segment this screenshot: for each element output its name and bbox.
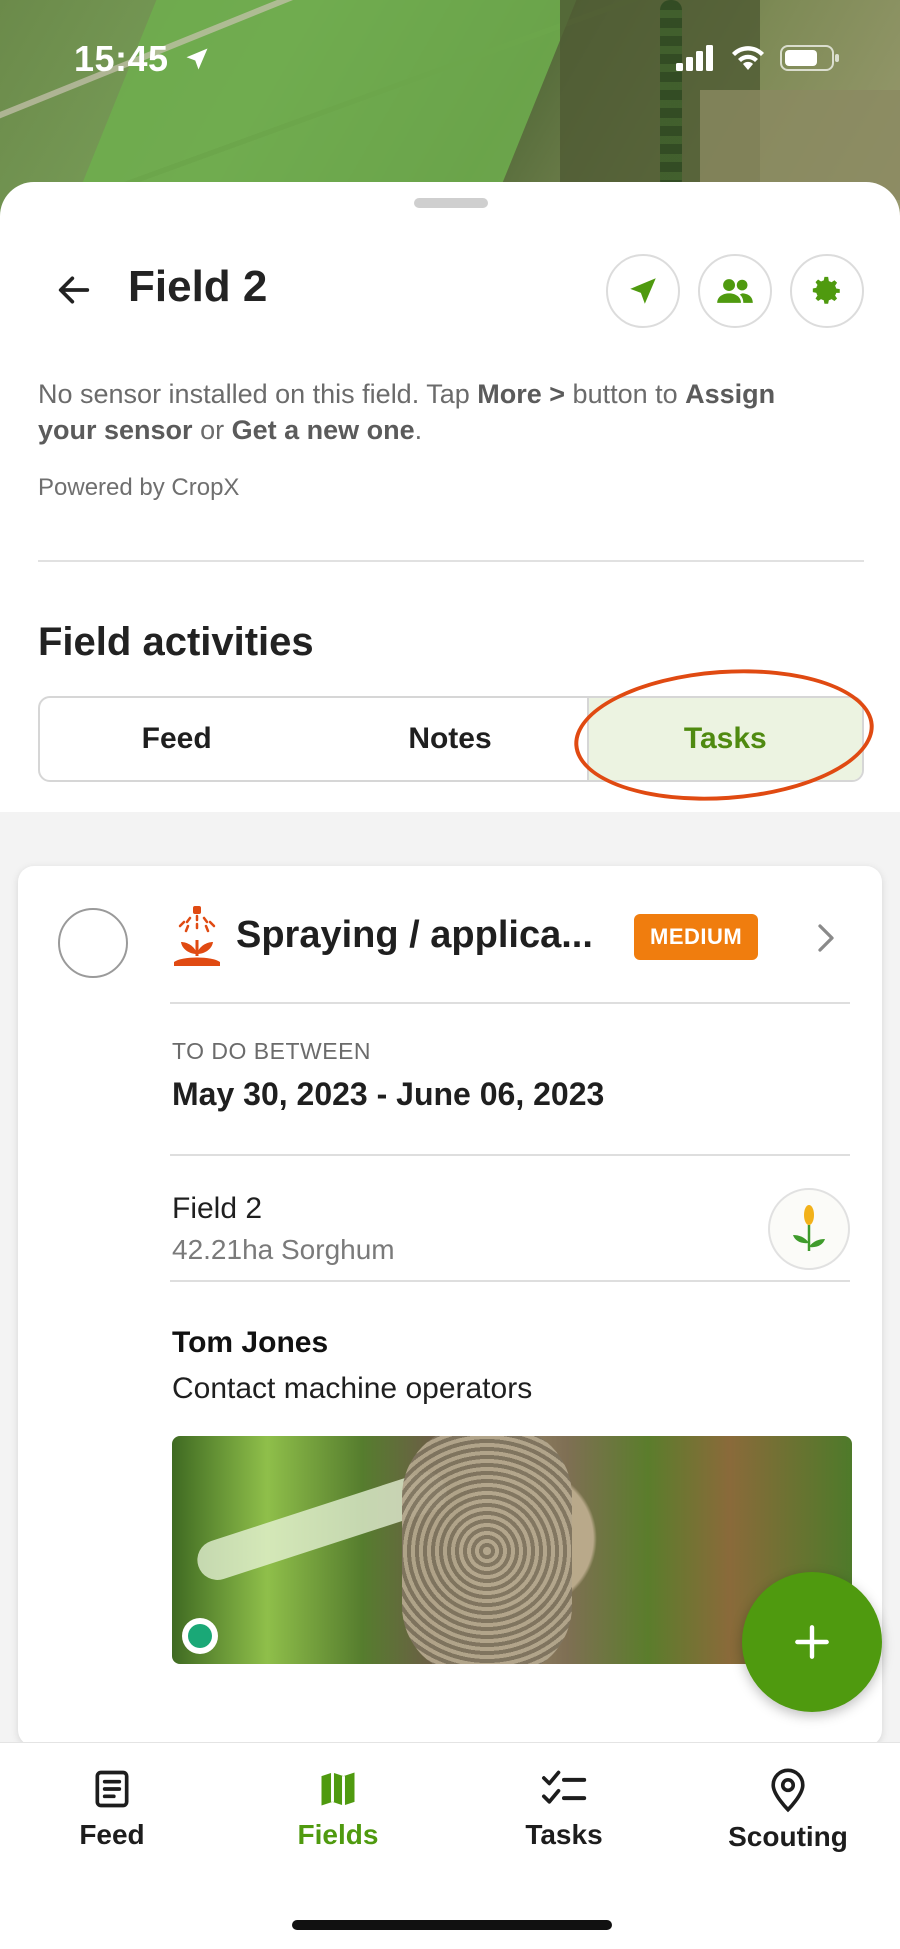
sheet-grabber[interactable] [414,198,488,208]
divider [38,560,864,562]
task-complete-checkbox[interactable] [58,908,128,978]
wifi-icon [732,46,764,70]
field-activities-title: Field activities [38,620,314,664]
status-time: 15:45 [74,38,211,80]
chevron-right-icon [818,924,834,952]
divider [170,1154,850,1156]
powered-by-label: Powered by CropX [38,474,240,501]
task-description: Contact machine operators [172,1372,533,1405]
gear-icon [812,276,840,304]
back-button[interactable] [48,264,100,316]
map-icon [321,1772,355,1806]
navigate-button[interactable] [606,254,680,328]
arrow-left-icon [58,276,90,304]
spraying-icon [174,906,220,966]
nav-tasks[interactable]: Tasks [474,1767,654,1851]
sensor-info-text: No sensor installed on this field. Tap M… [38,379,776,445]
bottom-nav: Feed Fields Tasks Scouting [0,1742,900,1949]
nav-scouting[interactable]: Scouting [698,1767,878,1853]
location-pin-icon [771,1768,805,1813]
todo-label: TO DO BETWEEN [172,1038,372,1064]
sorghum-icon [793,1205,825,1251]
tab-notes[interactable]: Notes [313,698,586,780]
settings-button[interactable] [790,254,864,328]
divider [170,1002,850,1004]
photo-status-dot [182,1618,218,1654]
more-link[interactable]: More > [477,379,565,409]
location-arrow-icon [186,48,208,70]
nav-fields[interactable]: Fields [248,1767,428,1851]
tab-feed[interactable]: Feed [40,698,313,780]
nav-fields-label: Fields [297,1819,379,1850]
divider [170,1280,850,1282]
navigate-icon [630,278,656,304]
battery-icon [780,45,839,71]
task-date-range: May 30, 2023 - June 06, 2023 [172,1076,605,1112]
page-title: Field 2 [128,262,268,311]
plus-icon [795,1625,829,1659]
nav-feed-label: Feed [79,1819,145,1850]
home-indicator [292,1920,612,1930]
task-field-meta: 42.21ha Sorghum [172,1234,395,1265]
share-users-button[interactable] [698,254,772,328]
get-new-sensor-link[interactable]: Get a new one [232,415,415,445]
cellular-signal-icon [676,45,713,71]
priority-badge: MEDIUM [634,914,759,960]
crop-badge [768,1188,850,1270]
task-field-name: Field 2 [172,1192,263,1225]
nav-tasks-label: Tasks [525,1819,603,1850]
checklist-icon [541,1770,587,1804]
users-icon [717,279,753,303]
nav-scouting-label: Scouting [728,1821,848,1852]
status-bar: 15:45 [0,0,900,120]
document-icon [95,1770,129,1808]
open-task-button[interactable] [808,918,844,958]
task-assignee: Tom Jones [172,1326,329,1359]
nav-feed[interactable]: Feed [22,1767,202,1851]
task-title: Spraying / applica... [236,914,593,956]
add-task-button[interactable] [742,1572,882,1712]
